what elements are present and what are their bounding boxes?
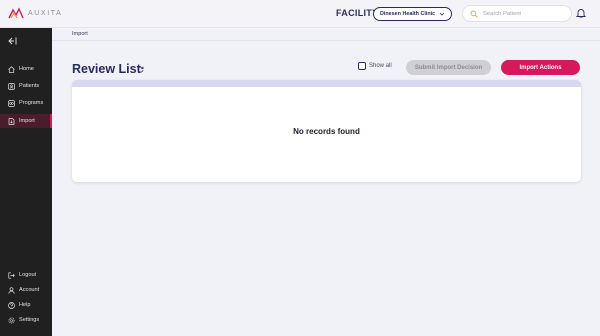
logout-icon <box>8 271 15 279</box>
sidebar-item-help[interactable]: Help <box>0 298 52 312</box>
search-icon <box>470 10 478 18</box>
show-all-toggle[interactable]: Show all <box>358 62 392 70</box>
help-icon <box>8 301 15 309</box>
account-icon <box>8 286 15 294</box>
logo-text: AUXITA <box>28 9 63 17</box>
sidebar: Home Patients Programs Import Logout Acc… <box>0 28 52 336</box>
facility-select[interactable]: Dinesen Health Clinic <box>373 7 452 21</box>
chevron-down-icon <box>439 12 445 16</box>
sidebar-item-label: Settings <box>19 317 40 323</box>
page-title: Review List <box>72 62 141 76</box>
import-actions-button[interactable]: Import Actions <box>501 60 580 75</box>
sidebar-item-logout[interactable]: Logout <box>0 268 52 282</box>
sidebar-item-label: Logout <box>19 272 37 278</box>
breadcrumb[interactable]: Import <box>72 31 88 37</box>
sidebar-item-label: Home <box>19 66 34 72</box>
search-box[interactable] <box>462 5 572 22</box>
sidebar-item-programs[interactable]: Programs <box>0 96 52 110</box>
programs-icon <box>8 99 15 107</box>
breadcrumb-divider <box>52 40 600 41</box>
show-all-label: Show all <box>369 63 392 69</box>
import-icon <box>8 117 15 125</box>
sidebar-item-label: Programs <box>19 100 44 106</box>
brand-logo[interactable]: AUXITA <box>8 7 62 19</box>
sidebar-item-patients[interactable]: Patients <box>0 79 52 93</box>
sidebar-item-home[interactable]: Home <box>0 62 52 76</box>
notification-bell-icon[interactable] <box>576 8 586 18</box>
top-header: AUXITA FACILITY Dinesen Health Clinic <box>0 0 600 28</box>
sidebar-item-label: Help <box>19 302 31 308</box>
sidebar-item-account[interactable]: Account <box>0 283 52 297</box>
refresh-icon[interactable] <box>137 66 144 73</box>
collapse-sidebar-icon[interactable] <box>8 37 17 45</box>
search-input[interactable] <box>483 10 563 17</box>
review-list-card: No records found <box>72 80 581 182</box>
card-header-band <box>72 80 581 87</box>
home-icon <box>8 65 15 73</box>
sidebar-item-label: Account <box>19 287 40 293</box>
empty-state-message: No records found <box>293 127 360 136</box>
patients-icon <box>8 82 15 90</box>
facility-selected-value: Dinesen Health Clinic <box>380 11 436 17</box>
sidebar-item-label: Import <box>19 118 35 124</box>
show-all-checkbox[interactable] <box>358 62 366 70</box>
submit-import-decision-button[interactable]: Submit Import Decision <box>406 60 491 75</box>
sidebar-item-settings[interactable]: Settings <box>0 313 52 327</box>
sidebar-item-import[interactable]: Import <box>0 114 52 128</box>
sidebar-item-label: Patients <box>19 83 40 89</box>
settings-icon <box>8 317 15 323</box>
logo-mark-icon <box>8 7 24 19</box>
